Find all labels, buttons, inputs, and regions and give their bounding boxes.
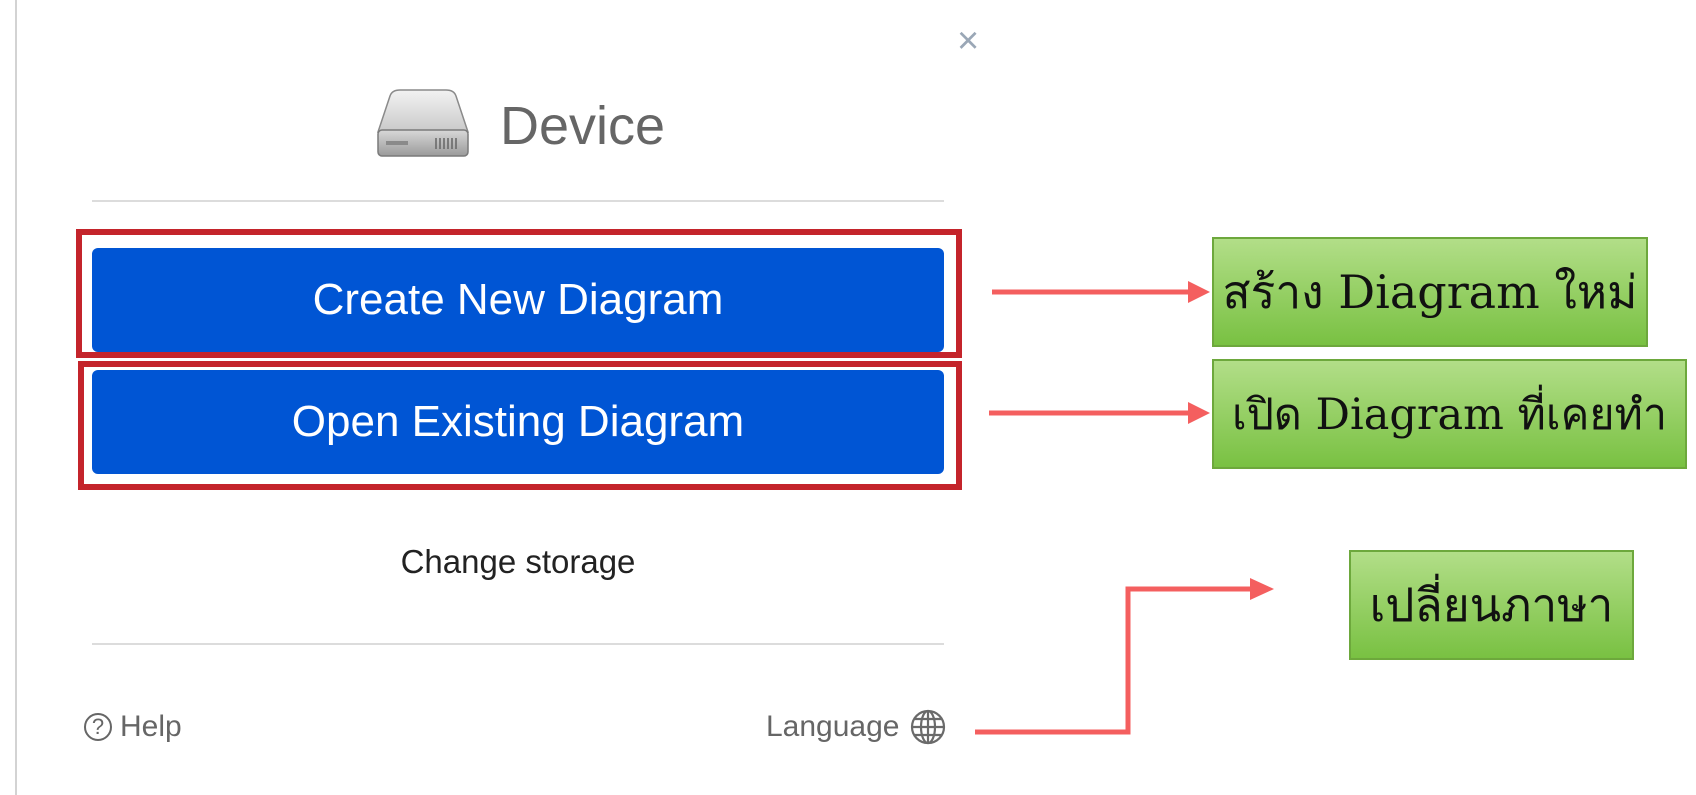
open-callout: เปิด Diagram ที่เคยทำ bbox=[1212, 359, 1687, 469]
language-callout: เปลี่ยนภาษา bbox=[1349, 550, 1634, 660]
language-selector[interactable]: Language bbox=[766, 708, 947, 746]
hard-drive-icon bbox=[376, 88, 470, 160]
storage-title: Device bbox=[500, 96, 666, 156]
help-link[interactable]: ? Help bbox=[84, 710, 182, 744]
divider-bottom bbox=[92, 643, 944, 645]
globe-icon bbox=[909, 708, 947, 746]
open-existing-diagram-button[interactable]: Open Existing Diagram bbox=[92, 370, 944, 474]
create-new-diagram-button[interactable]: Create New Diagram bbox=[92, 248, 944, 352]
left-border bbox=[15, 0, 17, 795]
change-storage-link[interactable]: Change storage bbox=[92, 543, 944, 581]
help-label: Help bbox=[120, 710, 182, 743]
create-callout: สร้าง Diagram ใหม่ bbox=[1212, 237, 1648, 347]
divider-top bbox=[92, 200, 944, 202]
question-circle-icon: ? bbox=[84, 713, 112, 741]
close-icon[interactable]: × bbox=[957, 22, 979, 60]
language-label: Language bbox=[766, 710, 900, 743]
